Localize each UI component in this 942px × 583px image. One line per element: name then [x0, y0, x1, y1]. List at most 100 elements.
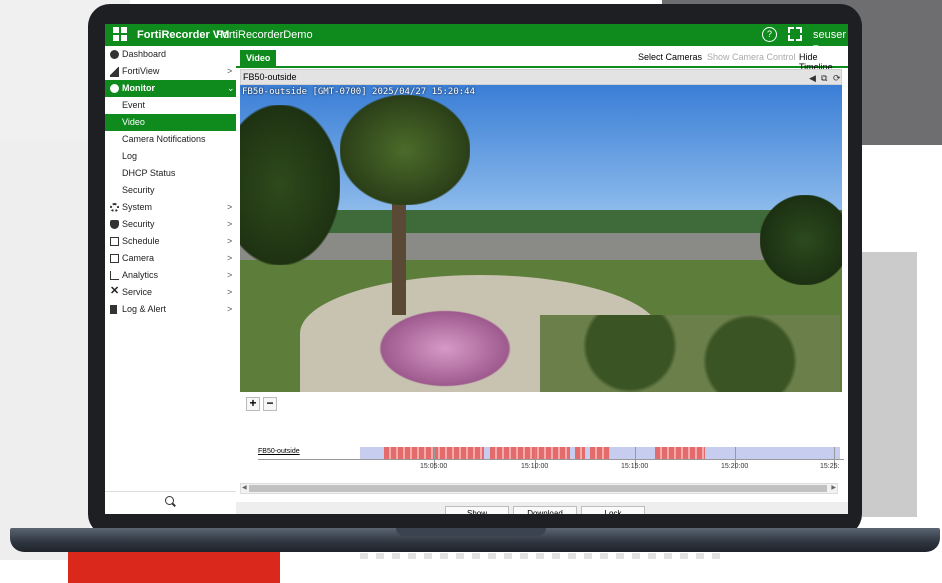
timeline-scrollbar[interactable]: ◀ ▶ [240, 483, 838, 494]
tab-video[interactable]: Video [240, 50, 277, 66]
sidebar-item-schedule[interactable]: Schedule > [105, 233, 236, 250]
sidebar-subitem-log[interactable]: Log [105, 148, 236, 165]
zoom-out-button[interactable]: − [263, 397, 277, 411]
fortiview-icon [110, 67, 119, 77]
timeline-time-label: 15:25: [820, 463, 840, 470]
background-panel [862, 252, 917, 517]
sidebar-item-label: Dashboard [122, 49, 167, 59]
sidebar-subitem-label: Event [122, 100, 146, 110]
sidebar-subitem-event[interactable]: Event [105, 97, 236, 114]
log-alert-icon [110, 305, 117, 314]
sidebar-item-label: Service [122, 287, 153, 297]
sidebar-item-label: Monitor [122, 83, 155, 93]
timeline-event-segment[interactable] [575, 447, 585, 459]
background-panel [0, 140, 90, 560]
timeline-event-segment[interactable] [490, 447, 570, 459]
sidebar-item-label: FortiView [122, 66, 160, 76]
video-timestamp-overlay: FB50-outside [GMT-0700] 2025/04/27 15:20… [242, 87, 475, 97]
chevron-right-icon: > [227, 66, 233, 76]
chevron-right-icon: > [227, 253, 233, 263]
sidebar-item-label: System [122, 202, 153, 212]
sidebar-item-label: Log & Alert [122, 304, 167, 314]
video-tree [760, 195, 842, 285]
sidebar-item-security[interactable]: Security > [105, 216, 236, 233]
help-icon[interactable]: ? [762, 27, 777, 42]
chevron-down-icon: ⌄ [227, 83, 235, 93]
instance-name: FortiRecorderDemo [216, 29, 313, 41]
gear-icon [110, 203, 119, 212]
sidebar-subitem-label: Log [122, 151, 138, 161]
chevron-right-icon: > [227, 287, 233, 297]
show-button[interactable]: Show [445, 506, 509, 514]
sidebar-item-analytics[interactable]: Analytics > [105, 267, 236, 284]
tab-bar: Video Select Cameras Show Camera Control… [236, 46, 848, 72]
sidebar-item-label: Security [122, 219, 155, 229]
calendar-icon [110, 237, 119, 246]
timeline-time-label: 15:10:00 [521, 463, 549, 470]
main-content: Video Select Cameras Show Camera Control… [236, 46, 848, 514]
sidebar-item-service[interactable]: ✕ Service > [105, 284, 236, 301]
scrollbar-thumb[interactable] [249, 485, 827, 492]
timeline-time-label: 15:15:00 [621, 463, 649, 470]
video-shrubs [540, 315, 840, 392]
sidebar-subitem-label: Security [122, 185, 155, 195]
popout-icon[interactable]: ⧉ [821, 71, 827, 85]
timeline-event-segment[interactable] [655, 447, 705, 459]
sidebar-search[interactable] [105, 491, 236, 514]
service-icon: ✕ [110, 285, 120, 297]
fullscreen-icon[interactable] [788, 27, 802, 41]
chevron-right-icon: > [227, 304, 233, 314]
sidebar-subitem-security[interactable]: Security [105, 182, 236, 199]
sidebar-subitem-label: Video [122, 117, 145, 127]
camera-title: FB50-outside [243, 72, 297, 82]
sidebar: Dashboard FortiView > Monitor ⌄ Event Vi… [105, 46, 236, 514]
scroll-right-icon[interactable]: ▶ [831, 484, 836, 491]
timeline-event-segment[interactable] [590, 447, 610, 459]
monitor-icon [110, 84, 119, 93]
sidebar-item-system[interactable]: System > [105, 199, 236, 216]
sidebar-item-log-alert[interactable]: Log & Alert > [105, 301, 236, 318]
camera-panel-header: FB50-outside ◀ ⧉ ⟳ [240, 69, 842, 85]
lock-button[interactable]: Lock [581, 506, 645, 514]
timeline[interactable]: FB50-outside 15:05:00 15:10:00 15:15:00 … [240, 413, 844, 493]
video-palm-tree [340, 95, 470, 205]
video-blossom-tree [370, 305, 520, 392]
chevron-right-icon: > [227, 219, 233, 229]
app-screen: FortiRecorder VM FortiRecorderDemo ? seu… [105, 24, 848, 514]
timeline-track-label[interactable]: FB50-outside [258, 448, 300, 455]
search-icon[interactable] [165, 496, 174, 505]
refresh-icon[interactable]: ⟳ [833, 71, 841, 85]
sidebar-subitem-label: DHCP Status [122, 168, 176, 178]
dashboard-icon [110, 50, 119, 59]
select-cameras-link[interactable]: Select Cameras [638, 52, 702, 62]
top-bar: FortiRecorder VM FortiRecorderDemo ? seu… [105, 24, 848, 54]
timeline-time-label: 15:20:00 [721, 463, 749, 470]
camera-video-feed[interactable]: FB50-outside [GMT-0700] 2025/04/27 15:20… [240, 85, 842, 392]
camera-icon [110, 254, 119, 263]
sidebar-item-fortiview[interactable]: FortiView > [105, 63, 236, 80]
sidebar-item-label: Camera [122, 253, 155, 263]
scroll-left-icon[interactable]: ◀ [242, 484, 247, 491]
sidebar-subitem-dhcp-status[interactable]: DHCP Status [105, 165, 236, 182]
sidebar-subitem-camera-notifications[interactable]: Camera Notifications [105, 131, 236, 148]
laptop-notch [396, 528, 546, 536]
zoom-in-button[interactable]: + [246, 397, 260, 411]
timeline-time-label: 15:05:00 [420, 463, 448, 470]
sidebar-item-dashboard[interactable]: Dashboard [105, 46, 236, 63]
timeline-axis [258, 459, 844, 460]
previous-icon[interactable]: ◀ [809, 71, 816, 85]
laptop-shadow [360, 553, 720, 559]
sidebar-subitem-video[interactable]: Video [105, 114, 236, 131]
sidebar-item-monitor[interactable]: Monitor ⌄ [105, 80, 236, 97]
sidebar-item-label: Analytics [122, 270, 159, 280]
analytics-icon [110, 271, 119, 280]
video-tree [240, 105, 340, 265]
chevron-right-icon: > [227, 236, 233, 246]
sidebar-item-camera[interactable]: Camera > [105, 250, 236, 267]
timeline-recording-bar[interactable] [360, 447, 840, 459]
download-button[interactable]: Download [513, 506, 577, 514]
show-camera-control-link[interactable]: Show Camera Control [707, 52, 796, 62]
fortinet-logo-icon [113, 27, 129, 42]
chevron-right-icon: > [227, 202, 233, 212]
sidebar-item-label: Schedule [122, 236, 160, 246]
